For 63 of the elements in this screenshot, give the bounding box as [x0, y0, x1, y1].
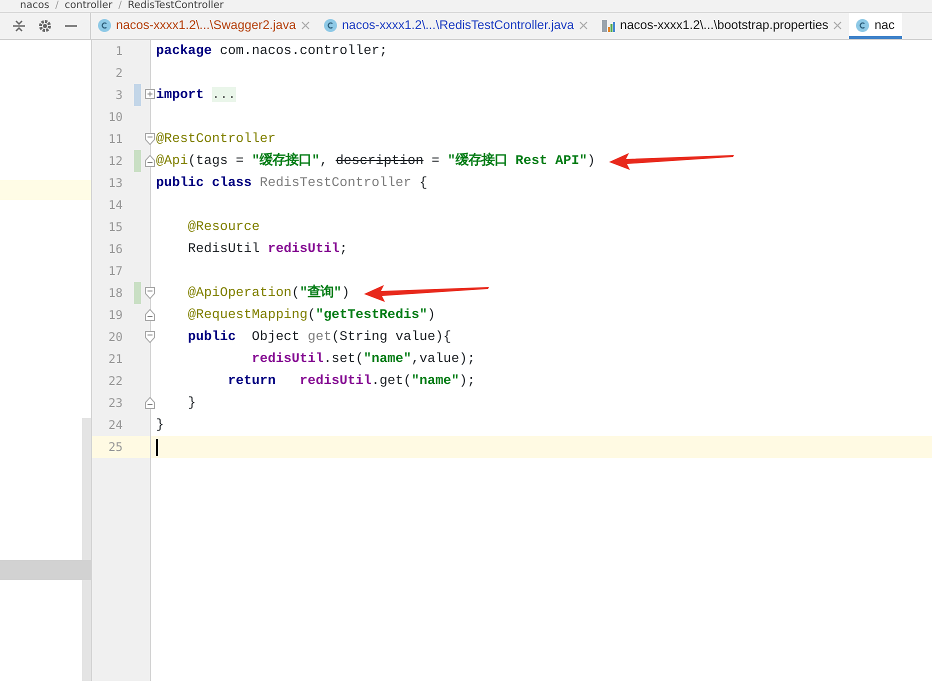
code-line: return redisUtil.get("name"); — [226, 372, 476, 390]
line-number: 1 — [114, 43, 124, 60]
fold-icon[interactable] — [145, 331, 155, 343]
line-number: 2 — [114, 65, 124, 82]
breadcrumb-separator: / — [55, 0, 59, 12]
change-marker[interactable] — [134, 150, 141, 172]
fold-icon[interactable] — [145, 287, 155, 299]
line-number: 25 — [107, 439, 124, 456]
line-number: 21 — [107, 351, 124, 368]
line-number: 11 — [107, 131, 124, 148]
settings-icon[interactable] — [38, 19, 52, 33]
line-number: 17 — [107, 263, 124, 280]
fold-end-icon[interactable] — [145, 397, 155, 409]
editor-tab[interactable]: nac — [849, 13, 902, 39]
fold-icon[interactable] — [145, 133, 155, 145]
change-marker[interactable] — [134, 282, 141, 304]
code-line: @ApiOperation("查询") — [186, 284, 350, 302]
code-line: @Api(tags = "缓存接口", description = "缓存接口 Rest API") — [156, 152, 596, 170]
line-number: 18 — [107, 285, 124, 302]
change-marker[interactable] — [134, 84, 141, 106]
code-line: } — [156, 416, 164, 434]
line-number: 16 — [107, 241, 124, 258]
breadcrumb-separator: / — [118, 0, 122, 12]
line-number: 23 — [107, 395, 124, 412]
fold-end-icon[interactable] — [145, 309, 155, 321]
breadcrumb-item[interactable]: controller — [64, 0, 112, 12]
code-line: public class RedisTestController { — [156, 174, 428, 192]
line-number: 15 — [107, 219, 124, 236]
expand-icon[interactable] — [145, 89, 155, 99]
code-line: redisUtil.set("name",value); — [250, 350, 476, 368]
code-line: public Object get(String value){ — [186, 328, 452, 346]
editor-tab[interactable]: nacos-xxxx1.2\...\bootstrap.properties — [595, 13, 850, 39]
line-number: 14 — [107, 197, 124, 214]
collapse-icon[interactable] — [12, 19, 26, 33]
code-line: RedisUtil redisUtil; — [186, 240, 348, 258]
class-file-icon — [98, 19, 111, 32]
line-number: 19 — [107, 307, 124, 324]
close-icon[interactable] — [833, 21, 842, 30]
line-number: 22 — [107, 373, 124, 390]
code-line: @RequestMapping("getTestRedis") — [186, 306, 436, 324]
line-number: 24 — [107, 417, 124, 434]
fold-end-icon[interactable] — [145, 155, 155, 167]
line-number: 12 — [107, 153, 124, 170]
class-file-icon — [324, 19, 337, 32]
code-line: @Resource — [186, 218, 260, 236]
close-icon[interactable] — [300, 21, 310, 30]
code-line: } — [186, 394, 196, 412]
editor-tab[interactable]: nacos-xxxx1.2\...\Swagger2.java — [91, 13, 317, 39]
line-number: 3 — [114, 87, 124, 104]
editor-tab[interactable]: nacos-xxxx1.2\...\RedisTestController.java — [316, 13, 595, 39]
text-cursor — [156, 438, 158, 456]
close-icon[interactable] — [579, 21, 588, 30]
scrollbar-thumb[interactable] — [0, 560, 91, 580]
code-line: @RestController — [156, 130, 276, 148]
code-line: import ... — [156, 86, 236, 104]
breadcrumb-item[interactable]: RedisTestController — [128, 0, 224, 12]
breadcrumb-item[interactable]: nacos — [20, 0, 50, 12]
line-number: 20 — [107, 329, 124, 346]
line-number: 10 — [107, 109, 124, 126]
class-file-icon — [856, 19, 870, 32]
properties-file-icon — [602, 19, 615, 32]
code-line: package com.nacos.controller; — [156, 42, 388, 60]
line-number: 13 — [107, 175, 124, 192]
